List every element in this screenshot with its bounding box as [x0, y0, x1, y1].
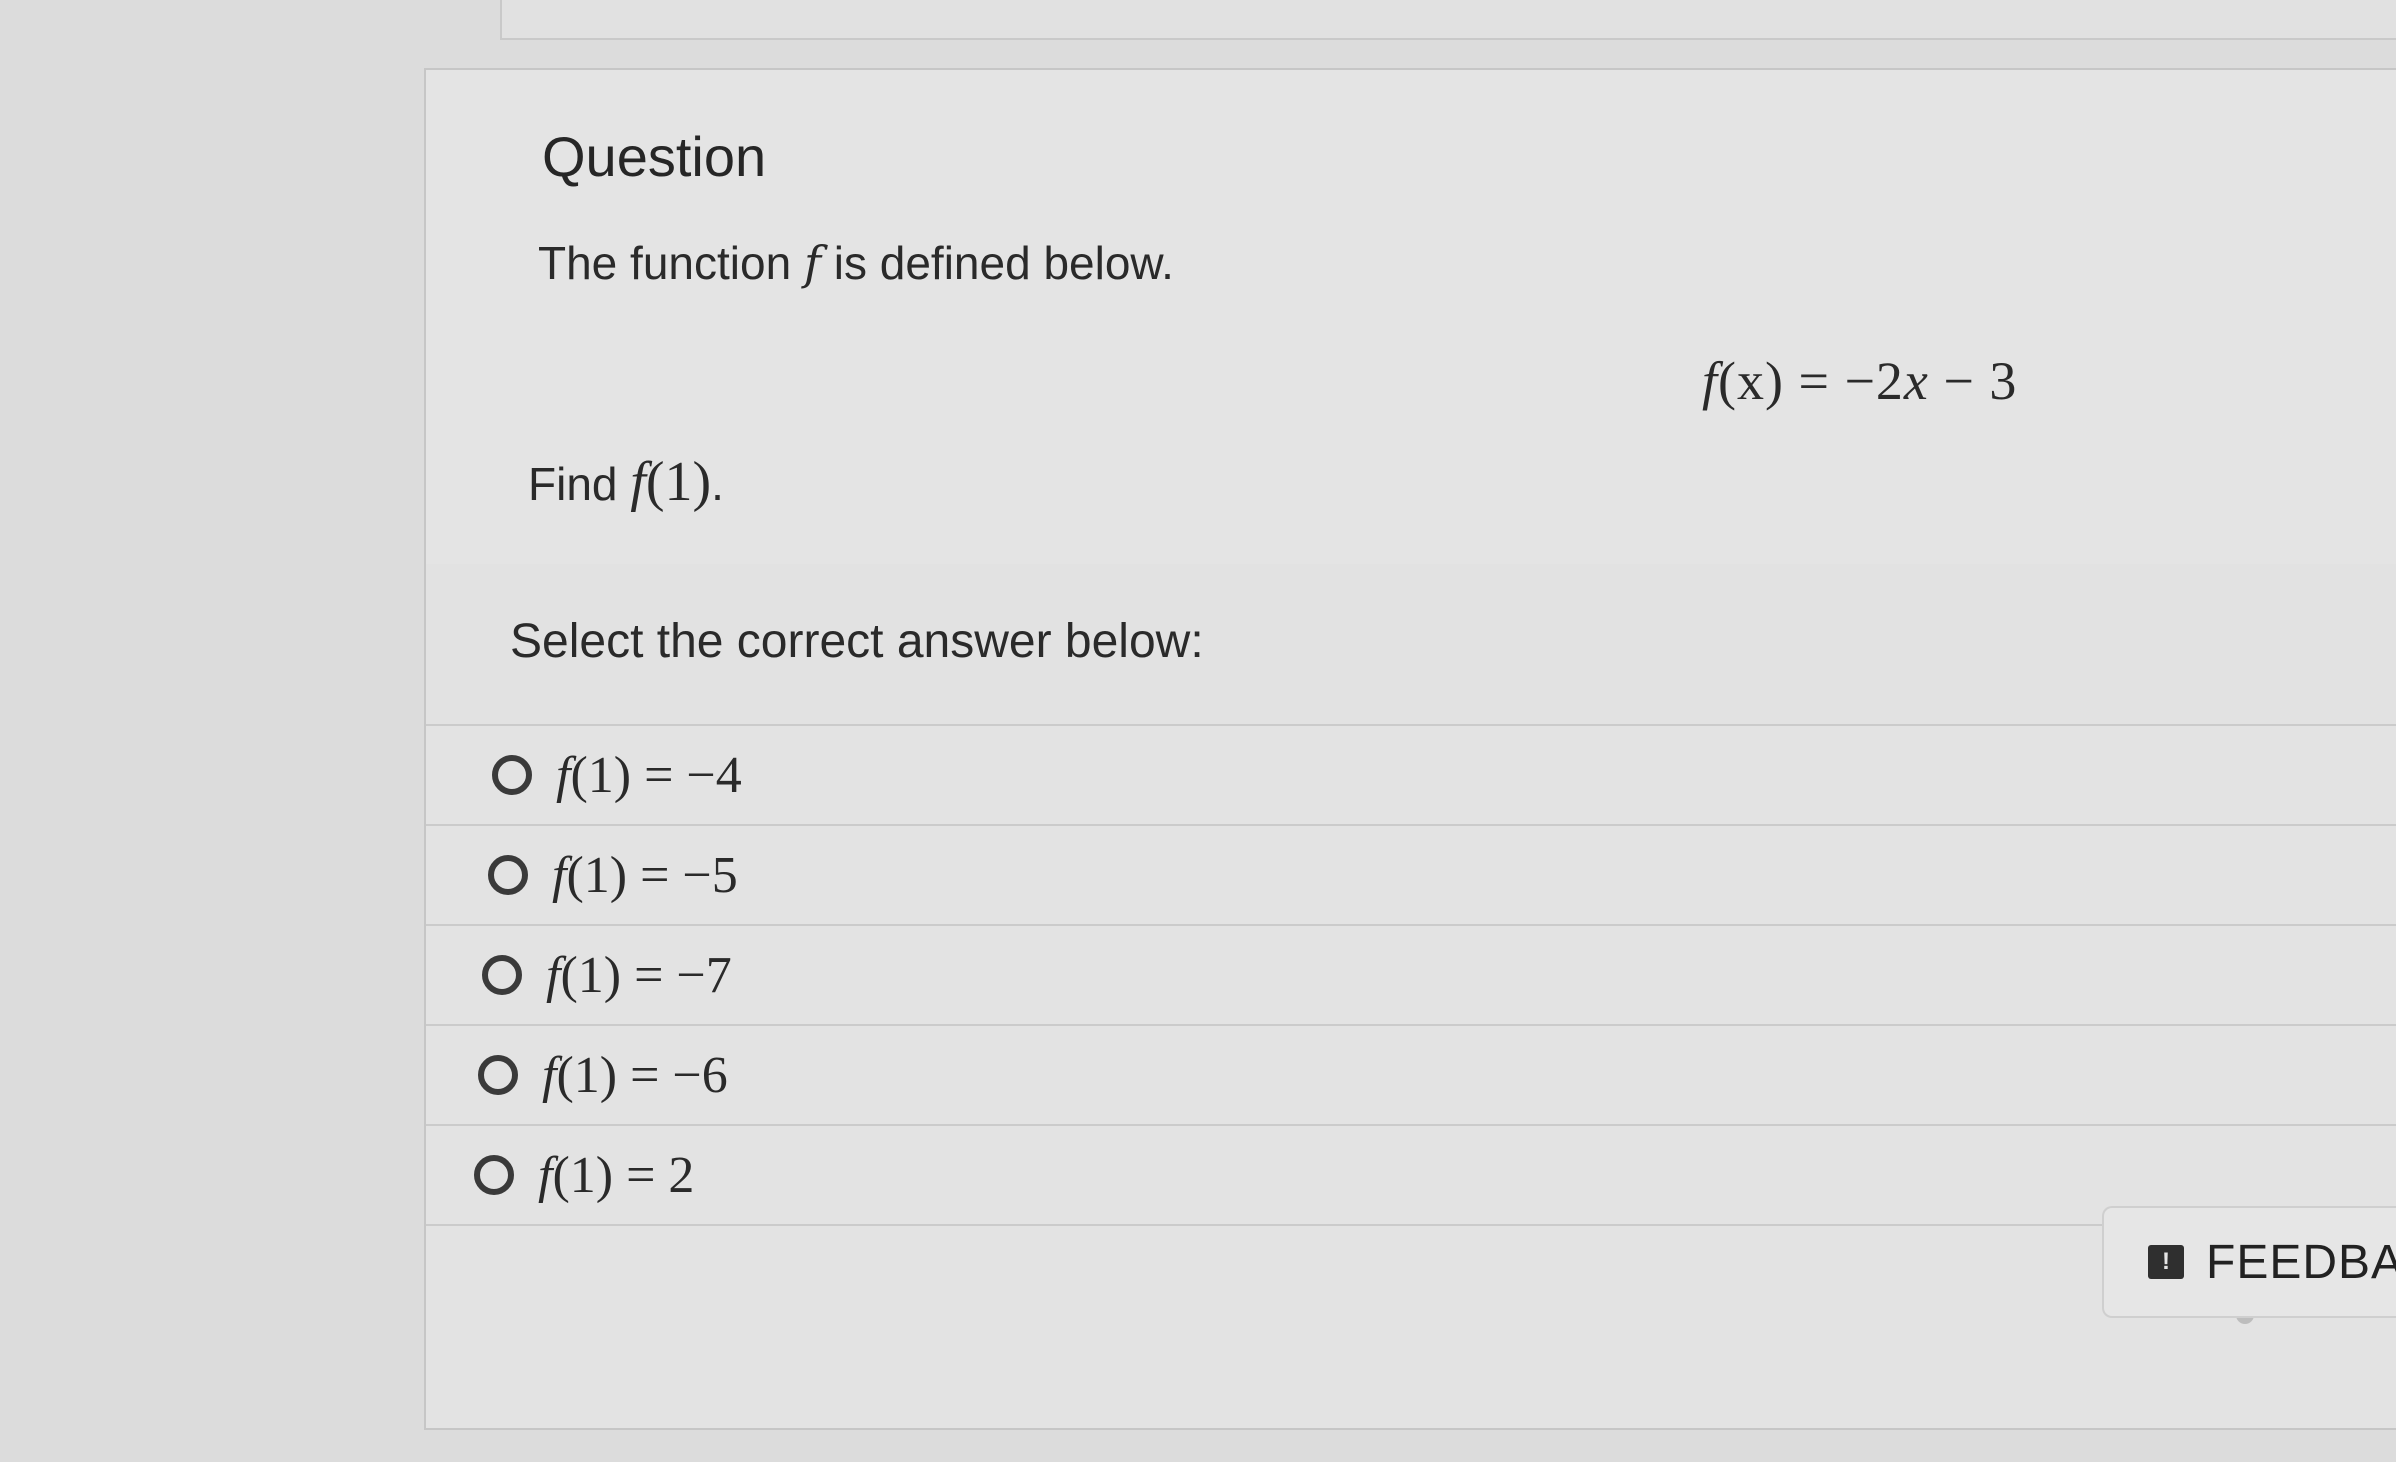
- option-label: f(1) = 2: [538, 1146, 694, 1205]
- answer-options: f(1) = −4 f(1) = −5 f(1) = −7 f(1) = −6 …: [426, 726, 2396, 1226]
- formula-arg: (x): [1718, 351, 1784, 411]
- question-heading: Question: [542, 125, 767, 188]
- radio-button[interactable]: [478, 1055, 518, 1095]
- option-fn: f: [552, 846, 567, 904]
- find-arg: (1): [645, 451, 712, 513]
- intro-suffix: is defined below.: [820, 237, 1174, 289]
- option-label: f(1) = −5: [552, 846, 738, 905]
- radio-button[interactable]: [474, 1155, 514, 1195]
- top-panel-edge: [500, 0, 2396, 40]
- function-symbol: f: [803, 236, 821, 290]
- option-value: (1) = −5: [566, 846, 738, 904]
- feedback-label: FEEDBACK: [2206, 1235, 2396, 1289]
- find-prefix: Find: [528, 458, 631, 510]
- feedback-icon: !: [2148, 1245, 2184, 1279]
- answer-prompt-row: Select the correct answer below:: [426, 564, 2396, 726]
- find-fn: f: [630, 451, 646, 513]
- answer-option-5[interactable]: f(1) = 2: [426, 1126, 2396, 1226]
- option-fn: f: [546, 946, 561, 1004]
- find-prompt: Find f(1).: [528, 450, 724, 514]
- option-label: f(1) = −4: [556, 746, 742, 805]
- radio-button[interactable]: [482, 955, 522, 995]
- find-expression: f(1): [630, 451, 711, 513]
- question-intro: The function f is defined below.: [538, 236, 1174, 290]
- option-fn: f: [542, 1046, 557, 1104]
- question-section: Question The function f is defined below…: [426, 70, 2396, 566]
- option-value: (1) = −4: [570, 746, 742, 804]
- option-fn: f: [556, 746, 571, 804]
- feedback-button[interactable]: ! FEEDBACK: [2102, 1206, 2396, 1318]
- option-label: f(1) = −6: [542, 1046, 728, 1105]
- radio-button[interactable]: [488, 855, 528, 895]
- radio-button[interactable]: [492, 755, 532, 795]
- option-fn: f: [538, 1146, 553, 1204]
- formula-fn: f: [1702, 351, 1719, 411]
- function-definition: f(x) = −2x − 3: [1702, 350, 2017, 412]
- answer-option-4[interactable]: f(1) = −6: [426, 1026, 2396, 1126]
- formula-rhs-var: x: [1903, 351, 1929, 411]
- question-card: Question The function f is defined below…: [424, 68, 2396, 1430]
- intro-prefix: The function: [538, 237, 804, 289]
- option-label: f(1) = −7: [546, 946, 732, 1005]
- find-suffix: .: [711, 458, 724, 510]
- option-value: (1) = −7: [560, 946, 732, 1004]
- option-value: (1) = −6: [556, 1046, 728, 1104]
- answer-option-1[interactable]: f(1) = −4: [426, 726, 2396, 826]
- answer-prompt: Select the correct answer below:: [510, 615, 1204, 668]
- answer-option-2[interactable]: f(1) = −5: [426, 826, 2396, 926]
- formula-rhs-tail: − 3: [1928, 351, 2018, 411]
- answer-option-3[interactable]: f(1) = −7: [426, 926, 2396, 1026]
- formula-rhs: = −2: [1783, 351, 1904, 411]
- option-value: (1) = 2: [552, 1146, 695, 1204]
